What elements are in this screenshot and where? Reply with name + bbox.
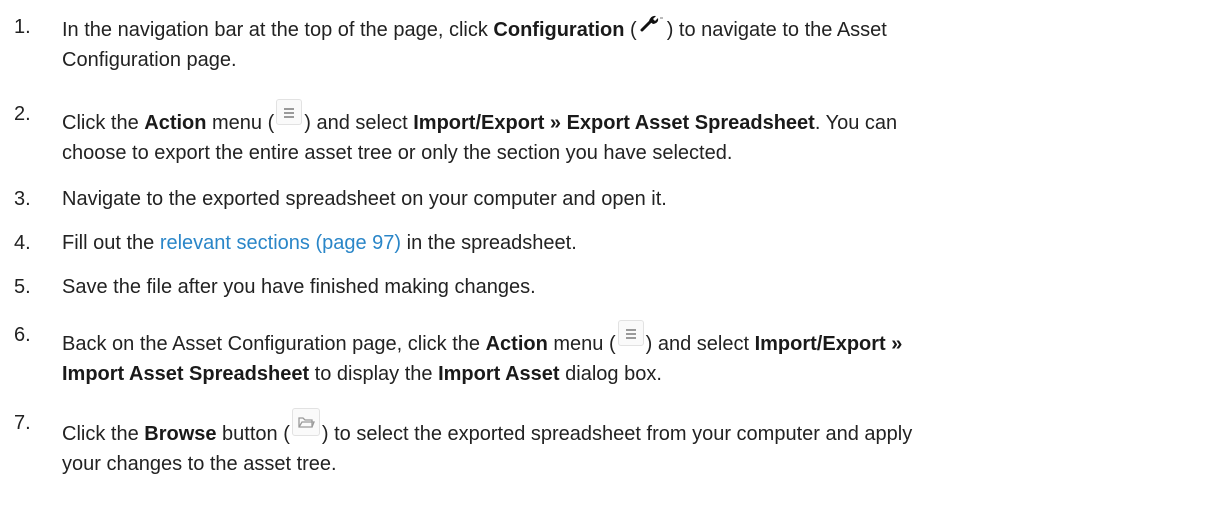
step-text: In the navigation bar at the top of the …	[62, 12, 1212, 75]
step-line: choose to export the entire asset tree o…	[62, 142, 733, 164]
step-number: 6.	[14, 324, 31, 346]
step-number: 7.	[14, 412, 31, 434]
relevant-sections-link[interactable]: relevant sections (page 97)	[160, 232, 401, 254]
step-text: Click the Action menu ( ) and select Impo…	[62, 99, 1212, 168]
text-run: button (	[216, 423, 290, 445]
text-run: menu (	[547, 333, 616, 355]
step-text: Navigate to the exported spreadsheet on …	[62, 188, 667, 210]
menu-item-term: Import Asset Spreadsheet	[62, 363, 310, 385]
dialog-term: Import Asset	[438, 363, 560, 385]
step-number: 4.	[14, 232, 31, 254]
step-number: 1.	[14, 16, 31, 38]
browse-term: Browse	[144, 423, 217, 445]
text-run: Click the	[62, 423, 145, 445]
step-text: Fill out the relevant sections (page 97)…	[62, 228, 1212, 258]
step-text: Click the Browse button ( ) to select the…	[62, 408, 1212, 479]
menu-icon	[276, 99, 303, 125]
text-run: dialog box.	[559, 363, 662, 385]
step-line: Click the Browse button ( ) to select the…	[62, 408, 1212, 449]
step-line: Import Asset Spreadsheet to display the …	[62, 359, 1212, 389]
menu-path-term: Import/Export » Export Asset Spreadsheet	[413, 112, 815, 134]
wrench-icon	[640, 15, 663, 32]
text-run: In the navigation bar at the top of the …	[62, 19, 494, 41]
step-line: In the navigation bar at the top of the …	[62, 12, 1212, 45]
step-line: Click the Action menu ( ) and select Impo…	[62, 99, 1212, 138]
text-run: Back on the Asset Configuration page, cl…	[62, 333, 486, 355]
step-line: Configuration page.	[62, 49, 237, 71]
text-run: to display the	[309, 363, 439, 385]
menu-icon	[617, 320, 644, 346]
text-run: ) to select the exported spreadsheet fro…	[321, 423, 913, 445]
text-run: ) and select	[304, 112, 414, 134]
text-run: ) to navigate to the Asset	[666, 19, 887, 41]
text-run: (	[624, 19, 637, 41]
text-run: Fill out the	[62, 232, 160, 254]
configuration-term: Configuration	[493, 19, 625, 41]
step-text: Save the file after you have finished ma…	[62, 276, 536, 298]
step-line: your changes to the asset tree.	[62, 453, 337, 475]
text-run: Click the	[62, 112, 145, 134]
action-term: Action	[144, 112, 207, 134]
step-text: Back on the Asset Configuration page, cl…	[62, 320, 1212, 389]
step-number: 5.	[14, 276, 31, 298]
text-run: in the spreadsheet.	[401, 232, 577, 254]
text-run: . You can	[814, 112, 898, 134]
document-page: 1. In the navigation bar at the top of t…	[0, 0, 1230, 512]
text-run: menu (	[206, 112, 275, 134]
step-number: 3.	[14, 188, 31, 210]
action-term: Action	[485, 333, 548, 355]
text-run: ) and select	[645, 333, 755, 355]
folder-icon	[291, 408, 320, 436]
menu-path-term: Import/Export »	[754, 333, 903, 355]
step-number: 2.	[14, 103, 31, 125]
step-line: Back on the Asset Configuration page, cl…	[62, 320, 1212, 359]
